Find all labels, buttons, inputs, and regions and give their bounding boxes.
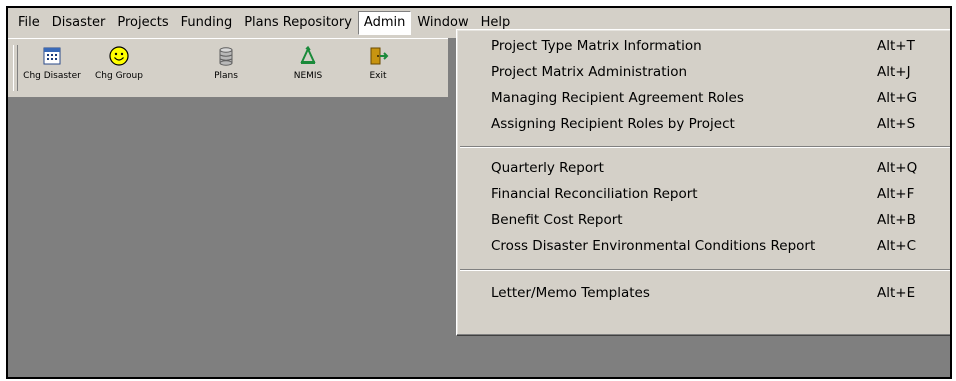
menu-item-shortcut: Alt+J: [877, 64, 911, 80]
menu-item-benefit-cost-report[interactable]: Benefit Cost Report Alt+B: [458, 209, 950, 231]
menu-item-label: Quarterly Report: [491, 160, 604, 176]
menu-item-shortcut: Alt+C: [877, 238, 917, 254]
menu-plans-repository[interactable]: Plans Repository: [238, 12, 358, 34]
calendar-grid-icon: [43, 47, 61, 65]
menu-item-shortcut: Alt+E: [877, 285, 916, 301]
menu-separator: [460, 269, 950, 271]
menu-item-label: Managing Recipient Agreement Roles: [491, 90, 744, 106]
menu-item-shortcut: Alt+G: [877, 90, 918, 106]
menu-item-letter-memo-templates[interactable]: Letter/Memo Templates Alt+E: [458, 282, 950, 304]
chg-group-label: Chg Group: [95, 71, 143, 81]
menu-item-financial-reconciliation-report[interactable]: Financial Reconciliation Report Alt+F: [458, 183, 950, 205]
menu-item-shortcut: Alt+Q: [877, 160, 918, 176]
menu-item-quarterly-report[interactable]: Quarterly Report Alt+Q: [458, 157, 950, 179]
database-cylinder-icon: [219, 47, 233, 66]
toolbar-grip[interactable]: [13, 45, 18, 91]
menu-item-managing-recipient-agreement-roles[interactable]: Managing Recipient Agreement Roles Alt+G: [458, 87, 950, 109]
plans-label: Plans: [214, 71, 238, 81]
menu-item-label: Project Type Matrix Information: [491, 38, 702, 54]
menu-item-label: Benefit Cost Report: [491, 212, 623, 228]
menu-item-project-matrix-administration[interactable]: Project Matrix Administration Alt+J: [458, 61, 950, 83]
nemis-button[interactable]: NEMIS: [283, 45, 333, 91]
menu-item-shortcut: Alt+T: [877, 38, 915, 54]
menu-admin[interactable]: Admin: [357, 11, 412, 35]
menu-item-cross-disaster-environmental-conditions-report[interactable]: Cross Disaster Environmental Conditions …: [458, 235, 950, 257]
menu-item-shortcut: Alt+S: [877, 116, 916, 132]
toolbar: Chg Disaster Chg Group Plans NEMIS Exit: [8, 38, 448, 98]
menu-item-label: Project Matrix Administration: [491, 64, 688, 80]
menu-funding[interactable]: Funding: [175, 12, 239, 34]
chg-disaster-button[interactable]: Chg Disaster: [20, 45, 84, 91]
menu-item-label: Assigning Recipient Roles by Project: [491, 116, 735, 132]
nemis-label: NEMIS: [293, 71, 323, 81]
menu-item-shortcut: Alt+F: [877, 186, 915, 202]
exit-label: Exit: [369, 71, 387, 81]
menu-item-label: Letter/Memo Templates: [491, 285, 650, 301]
application-window: File Disaster Projects Funding Plans Rep…: [6, 6, 952, 379]
chg-group-button[interactable]: Chg Group: [91, 45, 147, 91]
plans-button[interactable]: Plans: [204, 45, 248, 91]
exit-door-icon: [370, 47, 389, 65]
menu-item-project-type-matrix-information[interactable]: Project Type Matrix Information Alt+T: [458, 35, 950, 57]
admin-dropdown-menu: Project Type Matrix Information Alt+T Pr…: [456, 29, 950, 336]
menu-item-label: Cross Disaster Environmental Conditions …: [491, 238, 816, 254]
exit-button[interactable]: Exit: [358, 45, 398, 91]
chg-disaster-label: Chg Disaster: [23, 71, 81, 81]
menu-disaster[interactable]: Disaster: [46, 12, 112, 34]
recycle-arrows-icon: [300, 45, 316, 64]
menu-item-label: Financial Reconciliation Report: [491, 186, 698, 202]
menu-projects[interactable]: Projects: [111, 12, 174, 34]
menu-item-shortcut: Alt+B: [877, 212, 916, 228]
smiley-face-icon: [109, 46, 129, 66]
menu-item-assigning-recipient-roles-by-project[interactable]: Assigning Recipient Roles by Project Alt…: [458, 113, 950, 135]
menu-separator: [460, 146, 950, 148]
menu-file[interactable]: File: [12, 12, 46, 34]
